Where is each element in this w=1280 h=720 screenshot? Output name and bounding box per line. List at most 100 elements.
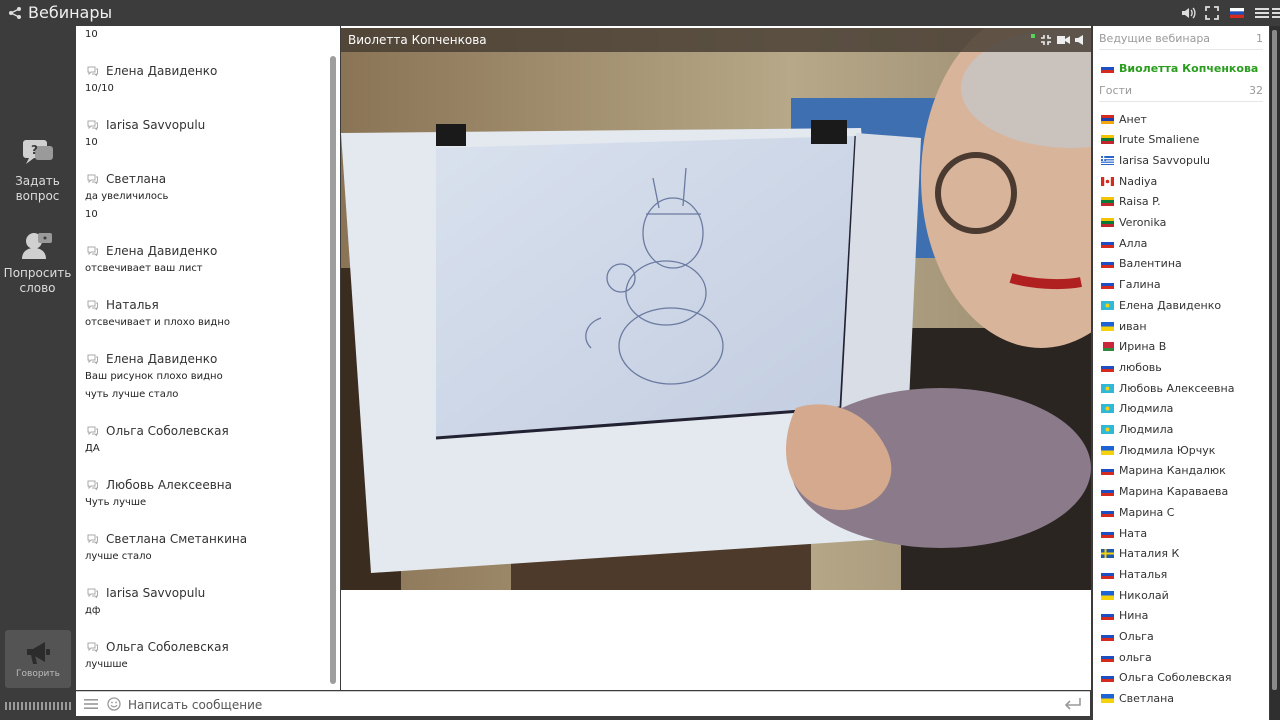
guest-item[interactable]: иван — [1101, 316, 1147, 336]
message-text: ДА — [85, 443, 100, 454]
message-composer — [76, 691, 1090, 716]
guest-item[interactable]: ольга — [1101, 647, 1152, 667]
message-text: Ваш рисунок плохо видно — [85, 371, 223, 382]
guest-item[interactable]: Марина С — [1101, 502, 1174, 522]
guest-item[interactable]: Людмила — [1101, 399, 1173, 419]
emoji-icon[interactable] — [107, 697, 121, 711]
message-author: Светлана — [85, 170, 325, 188]
chat-bubble-icon — [87, 480, 98, 490]
flag-ru-icon — [1101, 569, 1114, 579]
chat-message: Светлана да увеличилось 10 — [85, 170, 325, 224]
fullscreen-icon[interactable] — [1204, 5, 1220, 21]
chat-bubble-icon — [87, 66, 98, 76]
guest-item[interactable]: Ната — [1101, 523, 1147, 543]
flag-ru-icon — [1101, 611, 1114, 621]
flag-ua-icon — [1101, 445, 1114, 455]
message-text: отсвечивает ваш лист — [85, 263, 203, 274]
chat-message: Ольга Соболевская ДА — [85, 422, 325, 458]
chat-bubble-icon — [87, 588, 98, 598]
speaker-mute-icon[interactable] — [1074, 34, 1086, 46]
message-text: 10 — [85, 137, 98, 148]
message-input[interactable] — [128, 695, 1028, 714]
send-enter-icon[interactable] — [1064, 697, 1082, 711]
app-title: Вебинары — [28, 3, 113, 22]
share-icon[interactable] — [8, 6, 22, 20]
guest-item[interactable]: Ирина В — [1101, 337, 1166, 357]
guest-item[interactable]: Николай — [1101, 585, 1169, 605]
guest-item[interactable]: Светлана — [1101, 689, 1174, 709]
participants-scrollbar[interactable] — [1270, 26, 1280, 720]
language-flag-icon[interactable] — [1229, 5, 1245, 21]
guest-item[interactable]: Irute Smaliene — [1101, 130, 1199, 150]
list-menu-icon[interactable] — [84, 698, 98, 710]
guest-item[interactable]: Наталья — [1101, 564, 1167, 584]
ask-question-button[interactable]: ? Задать вопрос — [0, 138, 75, 204]
chat-message: Наталья отсвечивает и плохо видно — [85, 296, 325, 332]
message-author: Ольга Соболевская — [85, 638, 325, 656]
chat-message: Любовь Алексеевна Чуть лучше — [85, 476, 325, 512]
more-icon[interactable] — [1272, 5, 1280, 21]
camera-icon[interactable] — [1057, 34, 1070, 46]
guest-item[interactable]: Галина — [1101, 275, 1161, 295]
scroll-thumb[interactable] — [1272, 30, 1277, 690]
guest-item[interactable]: Людмила — [1101, 420, 1173, 440]
message-author: Наталья — [85, 296, 325, 314]
chat-scrollbar[interactable] — [330, 56, 336, 684]
flag-ru-icon — [1101, 280, 1114, 290]
flag-se-icon — [1101, 549, 1114, 559]
speak-button[interactable]: Говорить — [5, 630, 71, 688]
guest-item[interactable]: Марина Караваева — [1101, 482, 1228, 502]
guest-item[interactable]: Iarisa Savvopulu — [1101, 150, 1210, 170]
volume-icon[interactable] — [1180, 5, 1196, 21]
video-feed[interactable]: Виолетта Копченкова — [341, 28, 1091, 590]
guest-item[interactable]: Ольга Соболевская — [1101, 668, 1231, 688]
message-author: Iarisa Savvopulu — [85, 584, 325, 602]
message-text: лучше стало — [85, 551, 152, 562]
guest-item[interactable]: Людмила Юрчук — [1101, 440, 1215, 460]
question-bubble-icon: ? — [22, 140, 53, 164]
message-author: Ольга Соболевская — [85, 422, 325, 440]
shrink-icon[interactable] — [1040, 34, 1052, 46]
chat-bubble-icon — [87, 354, 98, 364]
guest-item[interactable]: Raisa P. — [1101, 192, 1161, 212]
message-text: лучшше — [85, 659, 128, 670]
hosts-count: 1 — [1256, 32, 1263, 45]
guest-item[interactable]: Анет — [1101, 109, 1147, 129]
message-author: Елена Давиденко — [85, 350, 325, 368]
message-text: Чуть лучше — [85, 497, 147, 508]
message-text: да увеличилось — [85, 191, 169, 202]
chat-bubble-icon — [87, 174, 98, 184]
message-author: Любовь Алексеевна — [85, 476, 325, 494]
message-text: 10 — [85, 29, 98, 40]
flag-ru-icon — [1101, 362, 1114, 372]
flag-ua-icon — [1101, 694, 1114, 704]
guest-item[interactable]: Нина — [1101, 606, 1148, 626]
guest-item[interactable]: Алла — [1101, 233, 1147, 253]
flag-lt-icon — [1101, 197, 1114, 207]
guest-item[interactable]: Марина Кандалюк — [1101, 461, 1226, 481]
guest-item[interactable]: Наталия К — [1101, 544, 1179, 564]
chat-panel: 10 Елена Давиденко 10/10 Iarisa Savvopulu 10… — [76, 26, 340, 690]
menu-icon[interactable] — [1254, 5, 1270, 21]
guest-item[interactable]: Veronika — [1101, 213, 1166, 233]
flag-ru-icon — [1101, 528, 1114, 538]
guest-item[interactable]: Ольга — [1101, 627, 1154, 647]
guest-item[interactable]: любовь — [1101, 357, 1162, 377]
flag-kz-icon — [1101, 300, 1114, 310]
guest-item[interactable]: Валентина — [1101, 254, 1182, 274]
guest-item[interactable]: Елена Давиденко — [1101, 295, 1221, 315]
svg-text:?: ? — [31, 143, 38, 157]
live-dot-icon — [1031, 34, 1035, 38]
flag-kz-icon — [1101, 425, 1114, 434]
host-item[interactable]: Виолетта Копченкова — [1101, 58, 1258, 78]
message-text: дф — [85, 605, 101, 616]
flag-ru-icon — [1101, 259, 1114, 269]
chat-message: Елена Давиденко отсвечивает ваш лист — [85, 242, 325, 278]
guest-item[interactable]: Nadiya — [1101, 171, 1157, 191]
left-rail: ? Задать вопрос Попросить слово Говорить — [0, 26, 75, 720]
chat-bubble-icon — [87, 534, 98, 544]
video-frame-image — [341, 28, 1091, 590]
message-author: Iarisa Savvopulu — [85, 116, 325, 134]
request-word-button[interactable]: Попросить слово — [0, 230, 75, 296]
guest-item[interactable]: Любовь Алексеевна — [1101, 378, 1234, 398]
